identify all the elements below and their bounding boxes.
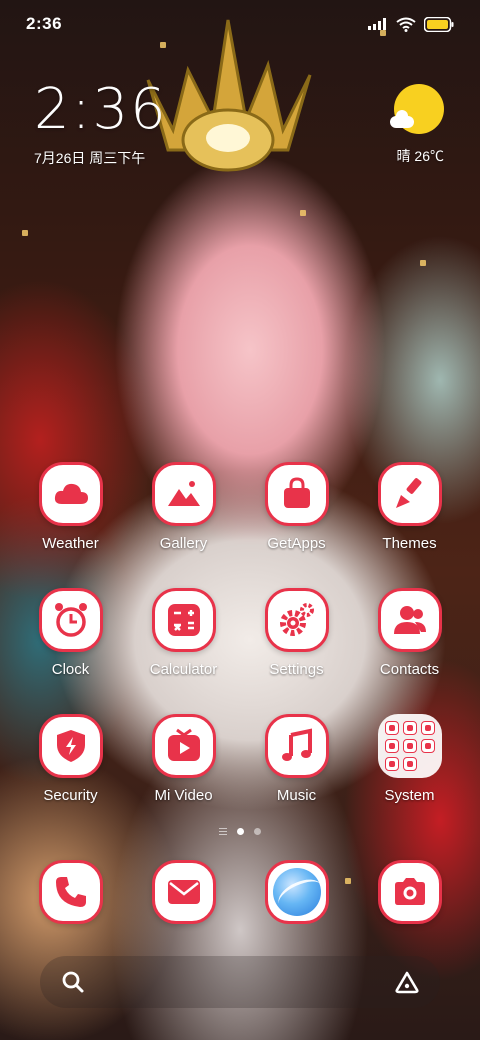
app-themes[interactable]: Themes [353, 462, 466, 569]
battery-icon [424, 16, 454, 32]
app-label: GetApps [267, 535, 326, 552]
app-music[interactable]: Music [240, 714, 353, 821]
app-label: Weather [42, 535, 99, 552]
wifi-icon [396, 17, 416, 32]
app-getapps[interactable]: GetApps [240, 462, 353, 569]
app-label: System [384, 787, 435, 804]
app-system-folder[interactable]: System [353, 714, 466, 821]
browser-icon [264, 860, 329, 924]
app-contacts[interactable]: Contacts [353, 588, 466, 695]
widget-date: 7月26日 周三下午 [34, 150, 146, 166]
sun-cloud-icon [390, 84, 444, 134]
folder-mini-icon [384, 739, 399, 753]
phone-icon [38, 860, 103, 924]
alarm-clock-icon [38, 588, 103, 652]
app-calculator[interactable]: Calculator [127, 588, 240, 695]
folder-mini-icon [420, 721, 435, 735]
dock [14, 860, 466, 928]
search-icon[interactable] [58, 967, 88, 997]
app-label: Security [43, 787, 98, 804]
folder-mini-icon [384, 757, 399, 771]
dock-camera[interactable] [353, 860, 466, 928]
clock-widget[interactable]: 2:36 7月26日 周三下午 [34, 78, 168, 168]
app-clock[interactable]: Clock [14, 588, 127, 695]
camera-icon [377, 860, 442, 924]
shield-bolt-icon [38, 714, 103, 778]
dock-phone[interactable] [14, 860, 127, 928]
folder-mini-icon [420, 739, 435, 753]
music-note-icon [264, 714, 329, 778]
app-weather[interactable]: Weather [14, 462, 127, 569]
dock-messages[interactable] [127, 860, 240, 928]
signal-icon [368, 18, 386, 30]
app-label: Music [276, 787, 317, 804]
sparkle [22, 230, 28, 236]
app-label: Themes [382, 535, 437, 552]
contacts-icon [377, 588, 442, 652]
dock-browser[interactable] [240, 860, 353, 928]
paintbrush-icon [377, 462, 442, 526]
app-grid: Weather Gallery GetApps Themes Clock Cal… [14, 462, 466, 821]
cloud-icon [38, 462, 103, 526]
folder-mini-icon [402, 757, 417, 771]
app-gallery[interactable]: Gallery [127, 462, 240, 569]
app-security[interactable]: Security [14, 714, 127, 821]
app-mi-video[interactable]: Mi Video [127, 714, 240, 821]
message-icon [151, 860, 216, 924]
calculator-icon [151, 588, 216, 652]
app-label: Contacts [379, 661, 440, 678]
app-label: Gallery [159, 535, 208, 552]
gear-icon [264, 588, 329, 652]
search-bar[interactable] [40, 956, 440, 1008]
status-time: 2:36 [26, 14, 63, 33]
tv-play-icon [151, 714, 216, 778]
app-label: Calculator [149, 661, 218, 678]
shopping-bag-icon [264, 462, 329, 526]
sparkle [300, 210, 306, 216]
app-label: Clock [51, 661, 90, 678]
sparkle [420, 260, 426, 266]
weather-widget[interactable]: 晴 26℃ [390, 84, 444, 166]
app-label: Settings [269, 661, 324, 678]
weather-text: 晴 26℃ [396, 148, 444, 164]
assistant-icon[interactable] [392, 967, 422, 997]
status-bar: 2:36 [0, 0, 480, 48]
app-label: Mi Video [154, 787, 213, 804]
status-icons [368, 16, 454, 32]
page-dot-active [237, 828, 244, 835]
page-dot [254, 828, 261, 835]
folder-icon [377, 714, 442, 778]
folder-mini-icon [384, 721, 399, 735]
mountain-icon [151, 462, 216, 526]
folder-mini-icon [402, 739, 417, 753]
widget-time: 2:36 [34, 77, 168, 142]
page-indicator[interactable] [0, 828, 480, 835]
app-settings[interactable]: Settings [240, 588, 353, 695]
page-list-icon [219, 828, 227, 835]
folder-mini-icon [402, 721, 417, 735]
